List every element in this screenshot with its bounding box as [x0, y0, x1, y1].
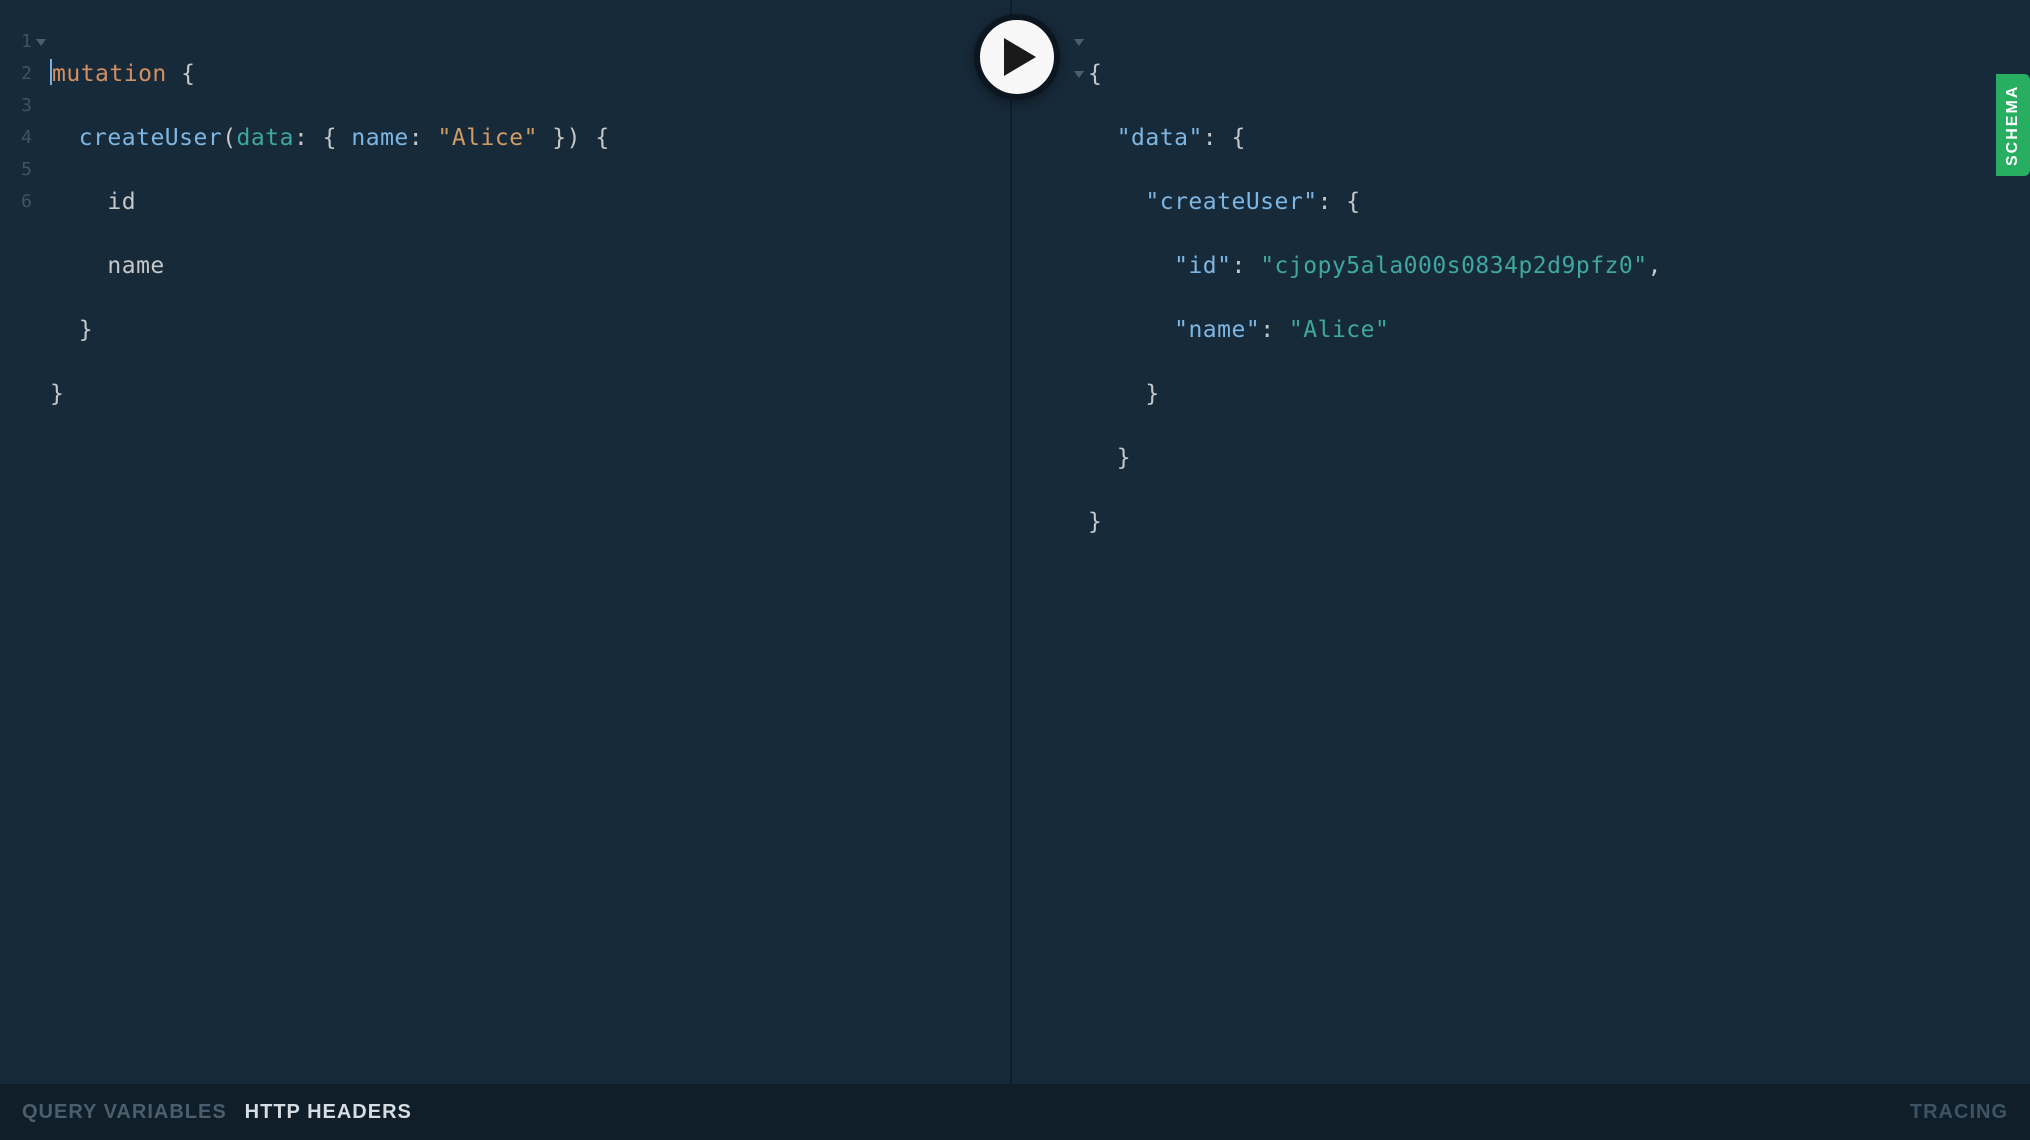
jkey-name: "name" — [1174, 317, 1260, 343]
fold-toggle-icon[interactable] — [1070, 26, 1088, 58]
line-number: 1 — [0, 26, 32, 58]
query-code[interactable]: mutation { createUser(data: { name: "Ali… — [50, 0, 1010, 1084]
arg-data: data — [237, 125, 294, 151]
line-number: 6 — [0, 186, 32, 218]
jval-id: "cjopy5ala000s0834p2d9pfz0" — [1260, 253, 1647, 279]
run-button[interactable] — [974, 14, 1060, 100]
fold-toggle-icon[interactable] — [1070, 58, 1088, 90]
colon: : — [409, 125, 423, 151]
colon: : — [1318, 189, 1332, 215]
brace: { — [181, 61, 195, 87]
colon: : — [1231, 253, 1245, 279]
brace: } — [79, 317, 93, 343]
brace: } — [552, 125, 566, 151]
jkey-data: "data" — [1117, 125, 1203, 151]
line-number: 5 — [0, 154, 32, 186]
tab-query-variables[interactable]: QUERY VARIABLES — [22, 1101, 227, 1124]
result-pane: { "data": { "createUser": { "id": "cjopy… — [1012, 0, 2030, 1084]
footer-bar: QUERY VARIABLES HTTP HEADERS TRACING — [0, 1084, 2030, 1140]
fold-toggle-icon[interactable] — [32, 26, 50, 58]
jval-name: "Alice" — [1289, 317, 1389, 343]
play-icon — [1004, 38, 1036, 76]
brace: } — [50, 381, 64, 407]
brace: } — [1117, 445, 1131, 471]
main-area: 1 2 3 4 5 6 mutation { createUser(data: … — [0, 0, 2030, 1084]
fn-createUser: createUser — [79, 125, 222, 151]
jkey-createUser: "createUser" — [1145, 189, 1317, 215]
brace: { — [595, 125, 609, 151]
schema-tab[interactable]: SCHEMA — [1996, 74, 2030, 176]
graphql-playground: 1 2 3 4 5 6 mutation { createUser(data: … — [0, 0, 2030, 1140]
brace: { — [1088, 61, 1102, 87]
colon: : — [1260, 317, 1274, 343]
tab-tracing[interactable]: TRACING — [1910, 1101, 2008, 1124]
tab-http-headers[interactable]: HTTP HEADERS — [245, 1101, 412, 1124]
field-name: name — [107, 253, 164, 279]
query-editor-pane[interactable]: 1 2 3 4 5 6 mutation { createUser(data: … — [0, 0, 1012, 1084]
colon: : — [294, 125, 308, 151]
keyword-mutation: mutation — [52, 61, 167, 87]
brace: { — [323, 125, 337, 151]
prop-name: name — [351, 125, 408, 151]
string-alice: "Alice" — [437, 125, 537, 151]
line-number-gutter: 1 2 3 4 5 6 — [0, 0, 32, 1084]
result-json[interactable]: { "data": { "createUser": { "id": "cjopy… — [1088, 0, 2030, 1084]
paren: ( — [222, 125, 236, 151]
brace: } — [1088, 509, 1102, 535]
comma: , — [1648, 253, 1662, 279]
fold-gutter — [1070, 0, 1088, 1084]
line-number: 4 — [0, 122, 32, 154]
line-number: 3 — [0, 90, 32, 122]
line-number: 2 — [0, 58, 32, 90]
jkey-id: "id" — [1174, 253, 1231, 279]
brace: } — [1145, 381, 1159, 407]
field-id: id — [107, 189, 136, 215]
paren: ) — [567, 125, 581, 151]
brace: { — [1232, 125, 1246, 151]
fold-gutter — [32, 0, 50, 1084]
brace: { — [1346, 189, 1360, 215]
colon: : — [1203, 125, 1217, 151]
